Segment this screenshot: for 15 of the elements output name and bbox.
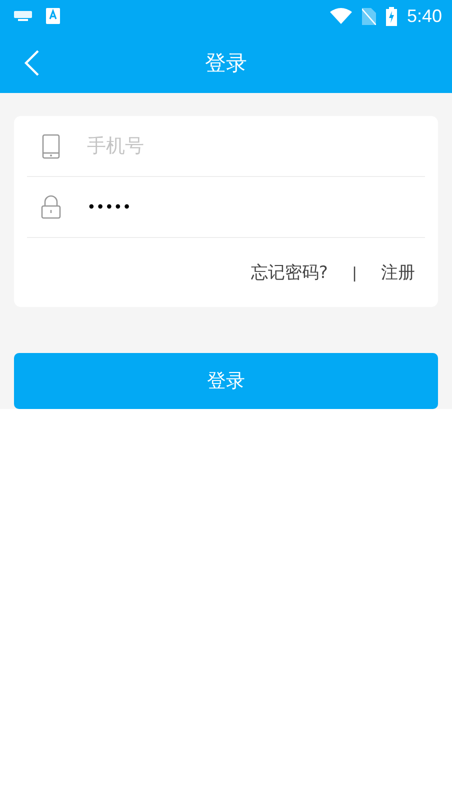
chevron-left-icon	[24, 50, 40, 76]
battery-charging-icon	[386, 6, 397, 26]
link-separator: |	[352, 264, 357, 282]
lock-icon	[41, 195, 61, 219]
phone-input[interactable]: 手机号	[87, 135, 425, 157]
no-sim-icon	[362, 8, 376, 24]
text-app-icon	[46, 8, 60, 24]
phone-icon	[42, 134, 60, 158]
clock-time: 5:40	[406, 6, 442, 26]
register-link[interactable]: 注册	[381, 261, 415, 284]
wifi-icon	[330, 8, 352, 24]
forgot-password-link[interactable]: 忘记密码?	[250, 261, 328, 284]
password-field[interactable]: •••••	[87, 198, 132, 216]
page-title: 登录	[205, 50, 247, 76]
keyboard-icon	[14, 11, 32, 21]
